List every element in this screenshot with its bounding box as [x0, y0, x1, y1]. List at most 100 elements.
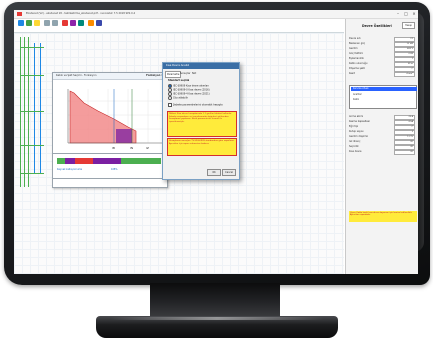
checkbox-label: Şebeke parametrelerini otomatik hesapla	[173, 103, 223, 107]
property-row: Isıl direnç OK	[349, 140, 417, 145]
screen: Ekodenet (V2) - ekodenet 18 - tekillesti…	[14, 10, 418, 274]
property-label: Beslenen güç	[349, 42, 366, 45]
selectivity-window[interactable]: Kaynak kalkış koruma 108%	[52, 153, 168, 179]
in-label: IN	[130, 146, 133, 150]
delete-icon[interactable]	[62, 20, 68, 26]
property-label: Anma akımı	[349, 115, 364, 118]
print-icon[interactable]	[96, 20, 102, 26]
window-title: Ekodenet (V2) - ekodenet 18 - tekillesti…	[26, 12, 136, 15]
ok-button[interactable]: OK	[207, 169, 221, 176]
auto-calc-checkbox[interactable]: Şebeke parametrelerini otomatik hesapla	[168, 103, 223, 108]
property-label: Kutup sayısı	[349, 130, 364, 133]
tab-results[interactable]: Sonuçlar	[179, 71, 191, 76]
standard-option-4[interactable]: Göz atılabilir	[168, 96, 188, 101]
busbar-line	[20, 37, 21, 187]
selectivity-label: Kaynak kalkış koruma	[57, 168, 83, 171]
checkbox-icon[interactable]	[168, 103, 172, 107]
option-label: Göz atılabilir	[173, 96, 189, 100]
stand-highlight	[110, 317, 324, 320]
feeder-line	[34, 43, 35, 173]
redo-icon[interactable]	[52, 20, 58, 26]
overlap-bar	[65, 158, 121, 164]
iz-label: IZ	[146, 146, 149, 150]
property-row: Güç faktörü 0.85	[349, 52, 417, 57]
chart-window-caption: Kablo ve Şalt Seçimi - Fonksiyon Fonksiy…	[53, 73, 167, 80]
property-row: Döşeme şekli C	[349, 67, 417, 72]
property-row: Gerilim 400 V	[349, 47, 417, 52]
branch-line	[20, 145, 44, 146]
report-icon[interactable]	[78, 20, 84, 26]
title-bar: Ekodenet (V2) - ekodenet 18 - tekillesti…	[14, 10, 418, 19]
property-label: Seçicilik	[349, 145, 359, 148]
calculate-icon[interactable]	[70, 20, 76, 26]
toolbar	[14, 19, 344, 28]
list-item[interactable]: Koruma cihazı	[351, 87, 417, 91]
branch-line	[20, 47, 44, 48]
dialog-title: Kısa Devre Analizi	[166, 64, 190, 67]
warning-box-2: Hesaplama sonuçları TS EN 60909 standard…	[167, 138, 237, 156]
property-label: Devre adı	[349, 37, 361, 40]
panel-title: Devre Özellikleri	[362, 24, 392, 28]
save-icon[interactable]	[34, 20, 40, 26]
busbar-line	[28, 37, 29, 187]
property-label: Kısa devre	[349, 150, 362, 153]
open-icon[interactable]	[26, 20, 32, 26]
component-list[interactable]: Koruma cihazı Anahtar Kablo	[349, 85, 417, 109]
minimize-button[interactable]: –	[394, 10, 402, 18]
property-value[interactable]: 4 mm²	[394, 72, 415, 77]
selectivity-value: 108%	[111, 168, 118, 171]
undo-icon[interactable]	[44, 20, 50, 26]
warning-box-1: Dikkat: Kısa devre hesaplarında 1.1 geri…	[167, 111, 237, 137]
ib-label: IB	[112, 146, 115, 150]
app-logo-icon	[17, 12, 22, 16]
property-label: Gerilim düşümü	[349, 135, 369, 138]
property-row: Eşzamanlılık 1	[349, 57, 417, 62]
property-row: Devre adı F1	[349, 37, 417, 42]
monitor-frame: Ekodenet (V2) - ekodenet 18 - tekillesti…	[4, 2, 430, 285]
property-row: Kutup sayısı 3	[349, 130, 417, 135]
cancel-button[interactable]: Cancel	[222, 169, 236, 176]
calculate-button[interactable]: Hesap	[402, 22, 415, 29]
properties-panel: Devre Özellikleri Hesap Devre adı F1 Besl…	[345, 19, 418, 274]
dialog-heading: Standart seçimi	[168, 79, 190, 82]
property-label: Kesit	[349, 72, 355, 75]
protection-curve-graph: IB IN IZ	[54, 81, 166, 153]
branch-line	[20, 173, 44, 174]
property-row: Kesit 4 mm²	[349, 72, 417, 77]
property-label: Eğri tipi	[349, 125, 359, 128]
property-label: Güç faktörü	[349, 52, 364, 55]
property-row: Seçicilik OK	[349, 145, 417, 150]
property-row: Gerilim düşümü 1.2 %	[349, 135, 417, 140]
property-row: Eğri tipi C	[349, 125, 417, 130]
branch-line	[20, 111, 44, 112]
chart-window-title: Kablo ve Şalt Seçimi - Fonksiyon	[56, 74, 97, 77]
property-label: Gerilim	[349, 47, 358, 50]
branch-line	[20, 75, 44, 76]
new-icon[interactable]	[18, 20, 24, 26]
close-button[interactable]: ×	[410, 10, 418, 18]
property-label: Döşeme şekli	[349, 67, 366, 70]
property-label: Kesme kapasitesi	[349, 120, 370, 123]
short-circuit-dialog[interactable]: Kısa Devre Analizi Parametre Sonuçlar No…	[162, 62, 240, 180]
property-row: Kablo uzunluğu 35 m	[349, 62, 417, 67]
maximize-button[interactable]: □	[402, 10, 410, 18]
trip-bar	[75, 158, 93, 164]
property-row: Kesme kapasitesi 6 kA	[349, 120, 417, 125]
property-label: Eşzamanlılık	[349, 57, 364, 60]
property-row: Beslenen güç 12 kW	[349, 42, 417, 47]
property-row: Anma akımı 25 A	[349, 115, 417, 120]
list-item[interactable]: Anahtar	[353, 93, 362, 96]
tab-notes[interactable]: Not	[191, 71, 197, 76]
list-item[interactable]: Kablo	[353, 98, 359, 101]
property-label: Kablo uzunluğu	[349, 62, 368, 65]
dialog-caption: Kısa Devre Analizi	[163, 63, 239, 69]
feeder-line	[40, 43, 41, 173]
property-label: Isıl direnç	[349, 140, 361, 143]
cable-zone	[116, 129, 132, 143]
panel-warning: Uyarı: Kablo kesiti kısa devre dayanımı …	[349, 211, 417, 222]
radio-icon[interactable]	[168, 96, 172, 100]
function-label: Fonksiyon 1	[146, 74, 163, 77]
busbar-line	[24, 37, 25, 187]
settings-icon[interactable]	[88, 20, 94, 26]
property-value[interactable]: OK	[394, 150, 415, 155]
